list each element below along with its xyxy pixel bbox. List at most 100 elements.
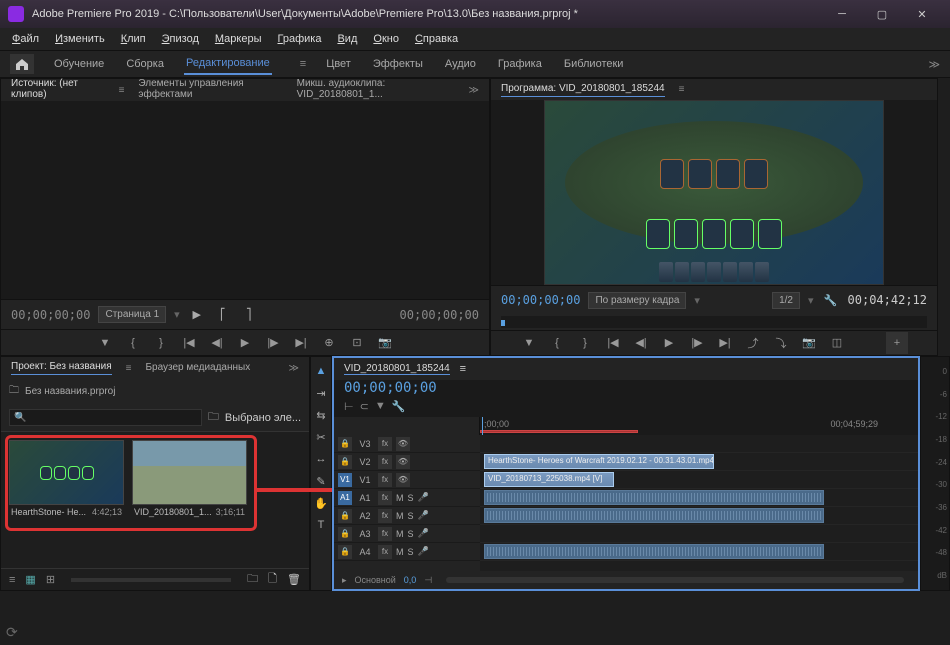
minimize-button[interactable]: ─ (822, 3, 862, 25)
program-tab[interactable]: Программа: VID_20180801_185244 (501, 83, 665, 97)
razor-tool[interactable]: ✂ (313, 429, 329, 445)
icon-view-icon[interactable]: ▦ (25, 573, 35, 586)
media-browser-tab[interactable]: Браузер медиаданных (145, 362, 250, 375)
slip-tool[interactable]: ↔ (313, 451, 329, 467)
track-header-v3[interactable]: 🔒V3fx👁 (334, 435, 480, 453)
program-viewer[interactable] (491, 100, 937, 285)
new-item-icon[interactable]: 🗋 (268, 570, 277, 589)
src-goto-out[interactable]: ▶| (292, 334, 310, 352)
menu-view[interactable]: Вид (331, 31, 363, 47)
src-play[interactable]: ▶ (236, 334, 254, 352)
source-tab-menu-icon[interactable]: ≡ (119, 85, 125, 96)
menu-markers[interactable]: Маркеры (209, 31, 268, 47)
menu-sequence[interactable]: Эпизод (156, 31, 205, 47)
ripple-tool[interactable]: ⇆ (313, 407, 329, 423)
program-tab-menu-icon[interactable]: ≡ (679, 84, 685, 95)
src-step-back[interactable]: ◀| (208, 334, 226, 352)
settings-wrench-icon[interactable]: 🔧 (392, 400, 406, 413)
prg-step-back[interactable]: ◀| (632, 334, 650, 352)
src-goto-in[interactable]: |◀ (180, 334, 198, 352)
menu-clip[interactable]: Клип (115, 31, 152, 47)
project-tab-menu-icon[interactable]: ≡ (126, 363, 132, 374)
menu-window[interactable]: Окно (367, 31, 405, 47)
src-marker-button[interactable]: ▼ (96, 334, 114, 352)
track-header-a4[interactable]: 🔒A4fxMS🎤 (334, 543, 480, 561)
prg-compare[interactable]: ◫ (828, 334, 846, 352)
close-button[interactable]: ✕ (902, 3, 942, 25)
home-button[interactable] (10, 54, 34, 74)
timeline-zoom-scrollbar[interactable] (446, 577, 904, 583)
master-value[interactable]: 0,0 (404, 575, 417, 585)
ws-options-icon[interactable]: ≡ (300, 58, 306, 70)
src-in-button[interactable]: ⎡ (214, 306, 232, 324)
track-header-v2[interactable]: 🔒V2fx👁 (334, 453, 480, 471)
proj-overflow-icon[interactable]: ≫ (289, 363, 299, 374)
menu-help[interactable]: Справка (409, 31, 464, 47)
source-tab[interactable]: Источник: (нет клипов) (11, 78, 105, 103)
track-header-a1[interactable]: A1A1fxMS🎤 (334, 489, 480, 507)
timeline-content[interactable]: HearthStone- Heroes of Warcraft 2019.02.… (480, 435, 918, 571)
filter-bin-icon[interactable]: 🗀 (208, 408, 219, 427)
track-header-v1[interactable]: V1V1fx👁 (334, 471, 480, 489)
prg-button-editor[interactable]: + (886, 332, 908, 354)
prg-marker[interactable]: ▼ (520, 334, 538, 352)
src-insert[interactable]: ⊕ (320, 334, 338, 352)
marker-icon[interactable]: ▼ (375, 400, 386, 413)
prg-out[interactable]: } (576, 334, 594, 352)
selection-tool[interactable]: ▲ (313, 363, 329, 379)
timeline-playhead-tc[interactable]: 00;00;00;00 (344, 380, 437, 396)
program-ruler[interactable] (501, 316, 927, 328)
prg-in[interactable]: { (548, 334, 566, 352)
clip-thumb[interactable]: VID_20180801_1...3;16;11 (132, 440, 247, 560)
src-in-icon[interactable]: { (124, 334, 142, 352)
prg-goto-out[interactable]: ▶| (716, 334, 734, 352)
src-play-button[interactable]: ▶ (188, 306, 206, 324)
ws-editing[interactable]: Редактирование (184, 53, 272, 75)
timeline-clip[interactable]: VID_20180713_225038.mp4 [V] (484, 472, 614, 487)
zoom-slider[interactable] (71, 578, 231, 582)
linked-sel-icon[interactable]: ⊂ (360, 400, 369, 413)
new-bin-icon[interactable]: 🗀 (247, 570, 258, 589)
src-step-fwd[interactable]: |▶ (264, 334, 282, 352)
project-bin[interactable]: HearthStone- He...4:42;13 VID_20180801_1… (1, 432, 309, 568)
program-fit-select[interactable]: По размеру кадра (588, 292, 686, 309)
ws-assembly[interactable]: Сборка (124, 54, 166, 74)
src-overwrite[interactable]: ⊡ (348, 334, 366, 352)
program-resolution-select[interactable]: 1/2 (772, 292, 800, 309)
ws-learning[interactable]: Обучение (52, 54, 106, 74)
sequence-tab[interactable]: VID_20180801_185244 (344, 363, 450, 375)
ws-overflow-icon[interactable]: ≫ (928, 58, 940, 71)
ws-graphics[interactable]: Графика (496, 54, 544, 74)
prg-goto-in[interactable]: |◀ (604, 334, 622, 352)
prg-step-fwd[interactable]: |▶ (688, 334, 706, 352)
timeline-menu-icon[interactable]: ≡ (460, 363, 466, 375)
prg-export-frame[interactable]: 📷 (800, 334, 818, 352)
src-out-icon[interactable]: } (152, 334, 170, 352)
track-header-a3[interactable]: 🔒A3fxMS🎤 (334, 525, 480, 543)
prg-extract[interactable]: ⤵ (772, 334, 790, 352)
menu-edit[interactable]: Изменить (49, 31, 111, 47)
effect-controls-tab[interactable]: Элементы управления эффектами (138, 78, 282, 102)
tabs-overflow-icon[interactable]: ≫ (469, 85, 479, 96)
ws-effects[interactable]: Эффекты (371, 54, 425, 74)
snap-icon[interactable]: ⊢ (344, 400, 354, 413)
audio-mixer-tab[interactable]: Микш. аудиоклипа: VID_20180801_1... (297, 78, 455, 102)
pen-tool[interactable]: ✎ (313, 473, 329, 489)
list-view-icon[interactable]: ≡ (9, 574, 15, 586)
timeline-audio-clip[interactable] (484, 508, 824, 523)
source-page-select[interactable]: Страница 1 (98, 306, 166, 323)
freeform-view-icon[interactable]: ⊞ (46, 573, 55, 586)
timeline-audio-clip[interactable] (484, 544, 824, 559)
program-tc-current[interactable]: 00;00;00;00 (501, 293, 580, 307)
prg-lift[interactable]: ⤴ (744, 334, 762, 352)
settings-icon[interactable]: 🔧 (822, 291, 840, 309)
track-header-a2[interactable]: 🔒A2fxMS🎤 (334, 507, 480, 525)
ws-libraries[interactable]: Библиотеки (562, 54, 626, 74)
src-out-button[interactable]: ⎤ (240, 306, 258, 324)
timeline-ruler[interactable]: ;00;00 00;04;59;29 (480, 417, 918, 435)
hand-tool[interactable]: ✋ (313, 495, 329, 511)
maximize-button[interactable]: ▢ (862, 3, 902, 25)
menu-file[interactable]: Файл (6, 31, 45, 47)
project-tab[interactable]: Проект: Без названия (11, 361, 112, 375)
project-search-input[interactable] (9, 409, 202, 426)
